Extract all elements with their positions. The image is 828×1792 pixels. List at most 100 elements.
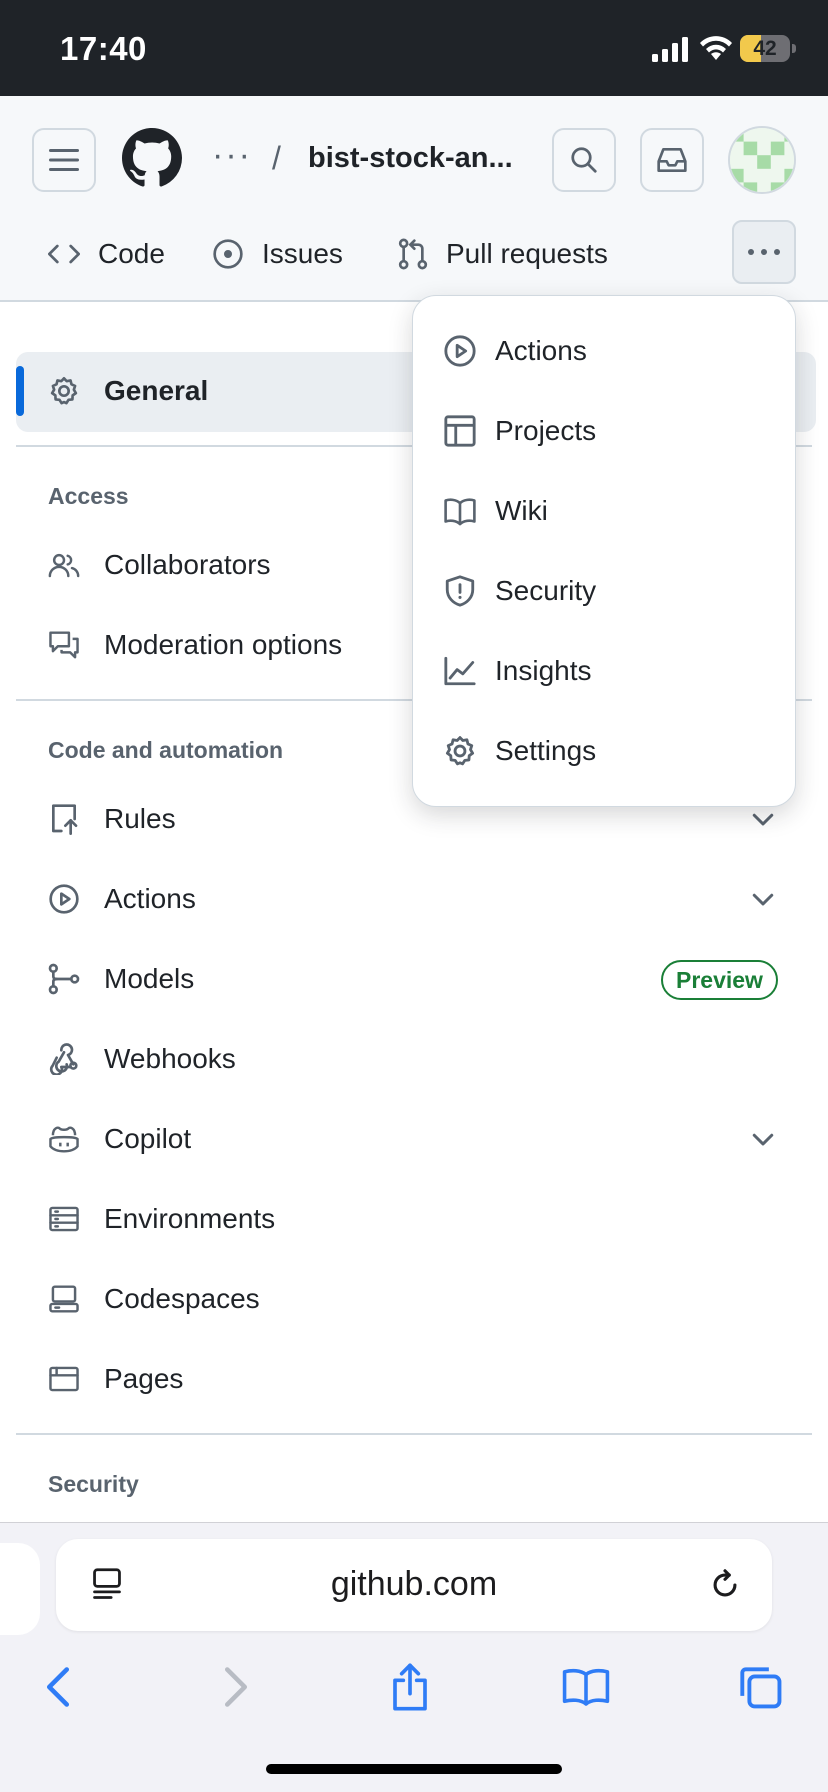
pages-label: Pages — [104, 1363, 184, 1394]
battery-icon: 42 — [740, 35, 796, 62]
tab-pull-requests[interactable]: Pull requests — [398, 232, 608, 276]
settings-nav-codespaces[interactable]: Codespaces — [46, 1274, 786, 1324]
search-icon — [571, 147, 597, 173]
codespaces-icon — [49, 1285, 79, 1313]
dropdown-item-security[interactable]: Security — [443, 566, 596, 616]
settings-nav-copilot[interactable]: Copilot — [46, 1114, 786, 1164]
search-button[interactable] — [552, 128, 616, 192]
url-text: github.com — [330, 1565, 498, 1603]
kebab-horizontal-icon — [748, 249, 780, 255]
dropdown-item-label: Wiki — [495, 495, 548, 526]
dropdown-item-label: Insights — [495, 655, 592, 686]
chevron-down-icon[interactable] — [748, 1124, 778, 1154]
user-avatar[interactable] — [728, 126, 796, 194]
webhook-icon — [49, 1043, 78, 1075]
copilot-icon — [49, 1126, 79, 1153]
gear-icon — [445, 736, 475, 766]
browser-icon — [49, 1366, 79, 1392]
address-bar[interactable]: github.com — [56, 1539, 772, 1631]
active-indicator — [16, 366, 24, 416]
settings-general-label: General — [104, 375, 209, 406]
actions-label: Actions — [104, 883, 196, 914]
shield-icon — [445, 575, 475, 607]
webhooks-label: Webhooks — [104, 1043, 236, 1074]
chevron-down-icon[interactable] — [748, 804, 778, 834]
clock: 17:40 — [60, 30, 147, 67]
more-tabs-button[interactable] — [732, 220, 796, 284]
gear-icon — [50, 377, 78, 405]
share-icon — [393, 1663, 427, 1711]
section-heading-code-automation: Code and automation — [48, 737, 284, 763]
previous-tab-preview[interactable] — [0, 1543, 40, 1635]
hamburger-icon — [49, 149, 79, 171]
breadcrumb-owner-collapsed[interactable]: ··· — [212, 136, 252, 175]
dropdown-item-label: Security — [495, 575, 597, 606]
hamburger-menu-button[interactable] — [32, 128, 96, 192]
comment-discussion-icon — [49, 631, 79, 659]
github-logo-icon[interactable] — [122, 128, 182, 188]
status-bar: 17:40 42 — [0, 0, 828, 96]
browser-toolbar: github.com — [0, 1522, 828, 1792]
repo-name-link[interactable]: bist-stock-an... — [308, 142, 520, 175]
inbox-button[interactable] — [640, 128, 704, 192]
copilot-label: Copilot — [104, 1123, 192, 1154]
dropdown-item-projects[interactable]: Projects — [443, 406, 596, 456]
code-icon — [48, 244, 80, 264]
collaborators-label: Collaborators — [104, 549, 271, 580]
dropdown-item-label: Actions — [495, 335, 587, 366]
dropdown-item-actions[interactable]: Actions — [443, 326, 587, 376]
dropdown-item-label: Projects — [495, 415, 597, 446]
forward-button[interactable] — [206, 1657, 266, 1717]
preview-badge: Preview — [661, 960, 778, 1000]
settings-nav-actions[interactable]: Actions — [46, 874, 786, 924]
bookmarks-book-icon — [562, 1668, 610, 1706]
play-icon — [444, 335, 476, 367]
ai-model-icon — [48, 963, 80, 995]
wifi-icon — [700, 36, 732, 60]
dropdown-item-wiki[interactable]: Wiki — [443, 486, 548, 536]
tab-pull-requests-label: Pull requests — [446, 238, 608, 269]
chevron-right-icon — [224, 1667, 248, 1707]
section-heading-access: Access — [48, 483, 129, 509]
tabs-icon — [740, 1667, 782, 1709]
chevron-down-icon[interactable] — [748, 884, 778, 914]
home-indicator — [266, 1764, 562, 1774]
back-button[interactable] — [28, 1657, 88, 1717]
settings-nav-pages[interactable]: Pages — [46, 1354, 786, 1404]
models-label: Models — [104, 963, 195, 994]
cellular-signal-icon — [652, 37, 688, 62]
play-icon — [49, 884, 79, 914]
overflow-dropdown-menu: Actions Projects Wiki Security Insights … — [412, 295, 796, 807]
tab-issues-label: Issues — [262, 238, 343, 269]
tab-issues[interactable]: Issues — [212, 232, 343, 276]
reload-icon[interactable] — [708, 1567, 742, 1603]
settings-nav-environments[interactable]: Environments — [46, 1194, 786, 1244]
dropdown-item-label: Settings — [495, 735, 597, 766]
breadcrumb-separator: / — [272, 140, 281, 176]
tab-code-label: Code — [98, 238, 165, 269]
rules-label: Rules — [104, 803, 176, 834]
share-button[interactable] — [380, 1657, 440, 1717]
book-icon — [444, 498, 476, 526]
git-pull-request-icon — [398, 238, 428, 270]
issue-opened-icon — [213, 239, 243, 269]
inbox-icon — [657, 148, 687, 173]
divider — [16, 1433, 812, 1435]
settings-nav-webhooks[interactable]: Webhooks — [46, 1034, 786, 1084]
tabs-button[interactable] — [730, 1657, 790, 1717]
people-icon — [48, 553, 80, 578]
dropdown-item-insights[interactable]: Insights — [443, 646, 592, 696]
environments-label: Environments — [104, 1203, 276, 1234]
table-icon — [444, 415, 476, 447]
chevron-left-icon — [46, 1667, 70, 1707]
section-heading-security: Security — [48, 1471, 139, 1497]
identicon-icon — [730, 128, 794, 192]
moderation-label: Moderation options — [104, 629, 343, 660]
tab-code[interactable]: Code — [48, 232, 165, 276]
bookmarks-button[interactable] — [556, 1657, 616, 1717]
dropdown-item-settings[interactable]: Settings — [443, 726, 596, 776]
codespaces-label: Codespaces — [104, 1283, 260, 1314]
repo-nav-tabs: Code Issues Pull requests — [0, 216, 828, 292]
repo-push-icon — [52, 804, 78, 835]
server-icon — [49, 1206, 79, 1232]
